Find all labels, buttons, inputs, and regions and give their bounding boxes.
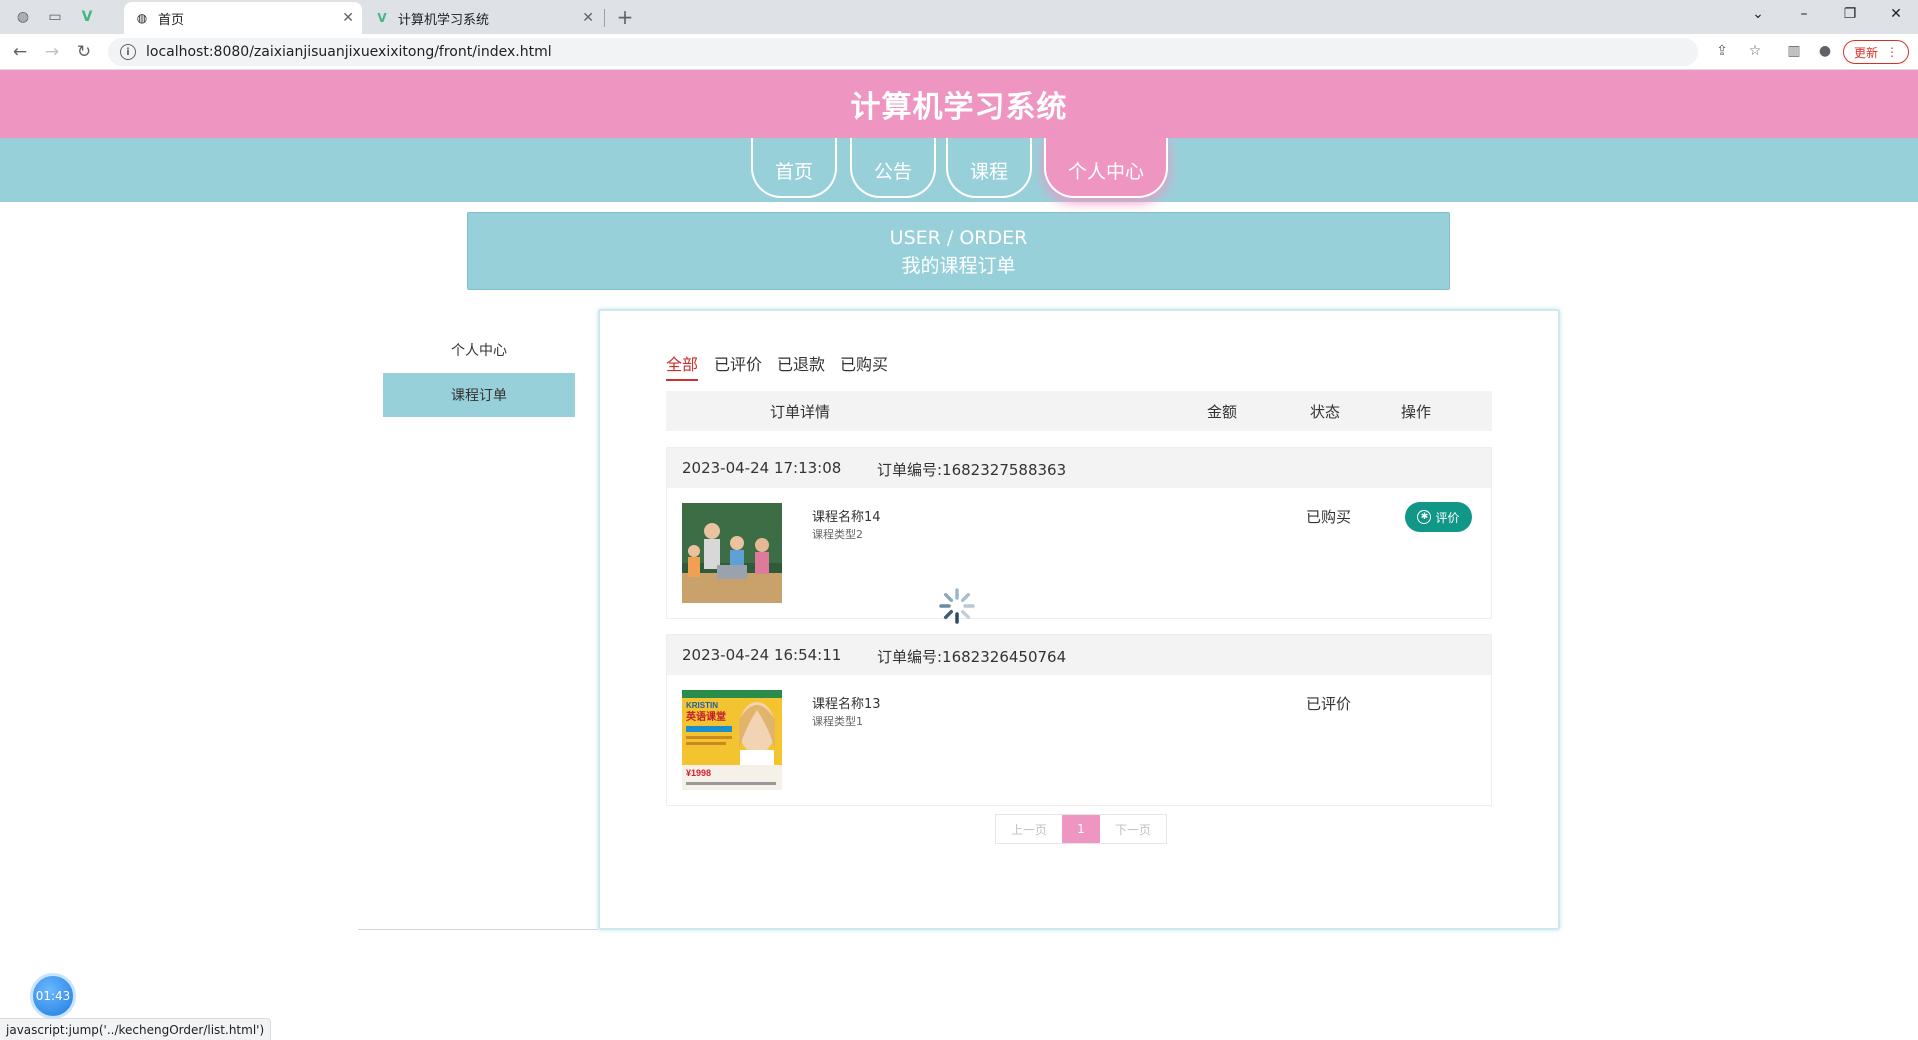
tab-globe-icon[interactable]: ◍ (8, 6, 38, 28)
globe-icon: ◍ (136, 11, 148, 25)
browser-status-bar: javascript:jump('../kechengOrder/list.ht… (0, 1018, 272, 1040)
site-info-icon[interactable]: i (120, 44, 136, 60)
url-text: localhost:8080/zaixianjisuanjixuexixiton… (146, 44, 552, 60)
url-field[interactable]: i localhost:8080/zaixianjisuanjixuexixit… (108, 38, 1698, 66)
order-header: 2023-04-24 17:13:08 订单编号:1682327588363 (667, 448, 1491, 488)
order-date: 2023-04-24 17:13:08 (682, 459, 842, 477)
order-panel: 全部 已评价 已退款 已购买 订单详情 金额 状态 操作 2023-04-24 … (598, 309, 1560, 930)
site-title: 计算机学习系统 (850, 90, 1068, 125)
review-button[interactable]: ✱ 评价 (1405, 502, 1472, 532)
browser-address-bar: ← → ↻ i localhost:8080/zaixianjisuanjixu… (0, 34, 1918, 70)
poster-title: 英语课堂 (685, 710, 726, 723)
tab-title: 首页 (158, 12, 185, 28)
english-course-poster-icon: KRISTIN 英语课堂 ¥1998 (682, 690, 782, 790)
update-label: 更新 (1853, 45, 1878, 60)
order-date: 2023-04-24 16:54:11 (682, 646, 842, 664)
tab-vue-logo-icon[interactable]: V (72, 6, 102, 28)
tab-system[interactable]: V 计算机学习系统 ✕ (364, 2, 602, 34)
order-table-header: 订单详情 金额 状态 操作 (666, 391, 1492, 431)
filter-tab-purchased[interactable]: 已购买 (840, 351, 888, 379)
sidebar-item-label: 课程订单 (451, 388, 507, 404)
share-icon[interactable]: ⇪ (1712, 43, 1732, 61)
tab-search-chevron-icon[interactable]: ⌄ (1743, 6, 1773, 28)
loading-spinner-icon (939, 588, 975, 624)
poster-brand: KRISTIN (686, 701, 718, 710)
classroom-photo-icon (682, 503, 782, 603)
nav-item-notice[interactable]: 公告 (850, 138, 936, 198)
update-button[interactable]: 更新 ⋮ (1843, 40, 1909, 64)
course-type: 课程类型2 (812, 528, 863, 541)
course-name[interactable]: 课程名称14 (812, 506, 881, 525)
browser-tab-bar: ◍ ▭ V ◍ 首页 ✕ V 计算机学习系统 ✕ + ⌄ – ❐ ✕ (0, 0, 1918, 34)
close-icon[interactable]: ✕ (582, 10, 594, 26)
more-menu-icon: ⋮ (1886, 45, 1898, 59)
order-header: 2023-04-24 16:54:11 订单编号:1682326450764 (667, 635, 1491, 675)
reload-icon[interactable]: ↻ (72, 41, 96, 63)
filter-tab-all[interactable]: 全部 (666, 351, 699, 381)
window-close-icon[interactable]: ✕ (1881, 6, 1911, 28)
order-number: 订单编号:1682327588363 (877, 461, 1067, 479)
course-thumbnail[interactable]: KRISTIN 英语课堂 ¥1998 (682, 690, 782, 790)
header-amount: 金额 (1207, 403, 1238, 421)
bookmark-star-icon[interactable]: ☆ (1745, 43, 1765, 61)
nav-label: 个人中心 (1067, 160, 1144, 183)
sidebar: 个人中心 课程订单 (358, 310, 598, 930)
poster-price: ¥1998 (686, 768, 711, 778)
review-label: 评价 (1435, 510, 1460, 525)
header-status: 状态 (1310, 403, 1341, 421)
tab-title: 计算机学习系统 (398, 12, 490, 28)
prev-page-button[interactable]: 上一页 (996, 815, 1062, 843)
filter-tab-refunded[interactable]: 已退款 (777, 351, 825, 379)
profile-avatar-icon[interactable]: ● (1815, 43, 1835, 61)
vue-logo-icon: V (377, 11, 387, 25)
sidebar-item-profile[interactable]: 个人中心 (383, 328, 575, 372)
nav-item-profile[interactable]: 个人中心 (1044, 138, 1168, 198)
star-icon: ✱ (1417, 510, 1432, 524)
nav-label: 课程 (969, 160, 1008, 183)
pagination: 上一页 1 下一页 (995, 814, 1167, 844)
nav-item-home[interactable]: 首页 (751, 138, 837, 198)
order-status: 已评价 (1306, 695, 1352, 713)
restore-icon[interactable]: ❐ (1835, 6, 1865, 28)
order-card: 2023-04-24 17:13:08 订单编号:1682327588363 课… (666, 447, 1492, 619)
sidebar-item-label: 个人中心 (451, 343, 507, 359)
page-banner: USER / ORDER 我的课程订单 (467, 212, 1450, 290)
sidebar-item-course-order[interactable]: 课程订单 (383, 373, 575, 417)
filter-tab-reviewed[interactable]: 已评价 (714, 351, 762, 379)
nav-label: 公告 (873, 160, 912, 183)
tab-home[interactable]: ◍ 首页 ✕ (124, 2, 362, 34)
tab-blank-icon[interactable]: ▭ (40, 6, 70, 28)
course-thumbnail[interactable] (682, 503, 782, 603)
back-arrow-icon[interactable]: ← (8, 41, 32, 63)
close-icon[interactable]: ✕ (342, 10, 354, 26)
forward-arrow-icon[interactable]: → (40, 41, 64, 63)
banner-chinese-title: 我的课程订单 (901, 255, 1016, 277)
course-name[interactable]: 课程名称13 (812, 693, 881, 712)
order-card: 2023-04-24 16:54:11 订单编号:1682326450764 K… (666, 634, 1492, 806)
side-panel-icon[interactable]: ▥ (1784, 43, 1804, 61)
current-page-button[interactable]: 1 (1062, 815, 1100, 843)
header-action: 操作 (1401, 403, 1432, 421)
order-status: 已购买 (1306, 508, 1352, 526)
course-type: 课程类型1 (812, 715, 863, 728)
nav-item-course[interactable]: 课程 (946, 138, 1032, 198)
site-header: 计算机学习系统 (0, 70, 1918, 138)
header-order-detail: 订单详情 (770, 403, 831, 421)
next-page-button[interactable]: 下一页 (1100, 815, 1166, 843)
nav-label: 首页 (774, 160, 813, 183)
new-tab-plus-icon[interactable]: + (610, 5, 640, 29)
minimize-icon[interactable]: – (1789, 6, 1819, 28)
tab-separator (604, 9, 605, 27)
order-number: 订单编号:1682326450764 (877, 648, 1067, 666)
banner-english-title: USER / ORDER (889, 227, 1028, 249)
recording-timer[interactable]: 01:43 (30, 973, 76, 1019)
